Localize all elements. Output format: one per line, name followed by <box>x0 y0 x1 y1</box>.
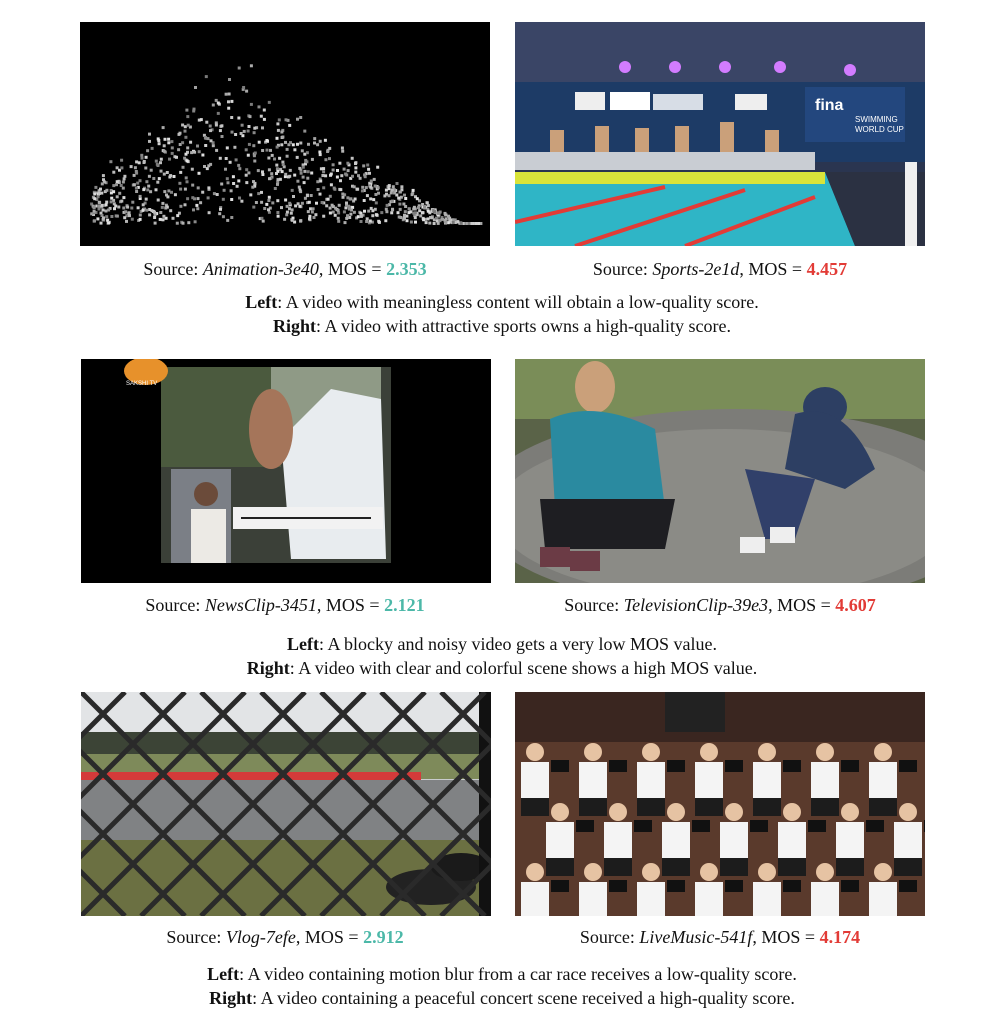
right-label: Right <box>273 316 317 336</box>
mos-value: 2.121 <box>384 595 425 615</box>
fina-logo-text: fina <box>815 97 844 114</box>
mos-label: , MOS = <box>316 595 385 615</box>
mos-label: , MOS = <box>768 595 836 615</box>
televisionclip-video-frame <box>515 359 925 583</box>
left-label: Left <box>245 292 278 312</box>
caption-left-1: Source: Animation-3e40, MOS = 2.353 <box>35 258 535 280</box>
mos-label: , MOS = <box>295 927 364 947</box>
caption-right-2: Source: TelevisionClip-39e3, MOS = 4.607 <box>470 594 970 616</box>
desc-text: : A video with attractive sports owns a … <box>316 316 731 336</box>
description-right-1: Right: A video with attractive sports ow… <box>0 314 1004 338</box>
source-label: Source: <box>145 595 205 615</box>
description-left-1: Left: A video with meaningless content w… <box>0 290 1004 314</box>
right-label: Right <box>209 988 253 1008</box>
caption-left-3: Source: Vlog-7efe, MOS = 2.912 <box>35 926 535 948</box>
left-label: Left <box>207 964 240 984</box>
mos-value: 2.353 <box>386 259 427 279</box>
video-name: TelevisionClip-39e3 <box>623 595 769 615</box>
right-label: Right <box>246 658 290 678</box>
video-name: Animation-3e40 <box>202 259 319 279</box>
vlog-video-frame <box>81 692 491 916</box>
livemusic-video-frame <box>515 692 925 916</box>
mos-value: 2.912 <box>363 927 404 947</box>
sports-video-frame: fina SWIMMING WORLD CUP <box>515 22 925 246</box>
newsclip-video-frame: SAKSHI TV <box>81 359 491 583</box>
desc-text: : A blocky and noisy video gets a very l… <box>319 634 717 654</box>
mos-value: 4.607 <box>835 595 876 615</box>
swim-line2: WORLD CUP <box>855 125 904 134</box>
source-label: Source: <box>564 595 624 615</box>
left-label: Left <box>287 634 320 654</box>
sakshi-logo-text: SAKSHI TV <box>126 381 157 387</box>
desc-text: : A video with meaningless content will … <box>277 292 759 312</box>
desc-text: : A video containing a peaceful concert … <box>252 988 795 1008</box>
mos-label: , MOS = <box>739 259 807 279</box>
caption-right-1: Source: Sports-2e1d, MOS = 4.457 <box>470 258 970 280</box>
source-label: Source: <box>166 927 226 947</box>
mos-label: , MOS = <box>752 927 820 947</box>
mos-value: 4.174 <box>819 927 861 947</box>
video-name: NewsClip-3451 <box>204 595 317 615</box>
description-left-3: Left: A video containing motion blur fro… <box>0 962 1004 986</box>
desc-text: : A video with clear and colorful scene … <box>289 658 758 678</box>
video-name: LiveMusic-541f <box>639 927 753 947</box>
video-name: Vlog-7efe <box>225 927 296 947</box>
source-label: Source: <box>579 927 640 947</box>
source-label: Source: <box>592 259 653 279</box>
source-label: Source: <box>143 259 203 279</box>
mos-label: , MOS = <box>318 259 387 279</box>
description-right-2: Right: A video with clear and colorful s… <box>0 656 1004 680</box>
description-left-2: Left: A blocky and noisy video gets a ve… <box>0 632 1004 656</box>
video-name: Sports-2e1d <box>652 259 740 279</box>
swim-line1: SWIMMING <box>855 115 898 124</box>
animation-video-frame <box>80 22 490 246</box>
description-right-3: Right: A video containing a peaceful con… <box>0 986 1004 1010</box>
desc-text: : A video containing motion blur from a … <box>239 964 797 984</box>
caption-right-3: Source: LiveMusic-541f, MOS = 4.174 <box>470 926 970 948</box>
mos-value: 4.457 <box>806 259 848 279</box>
caption-left-2: Source: NewsClip-3451, MOS = 2.121 <box>35 594 535 616</box>
